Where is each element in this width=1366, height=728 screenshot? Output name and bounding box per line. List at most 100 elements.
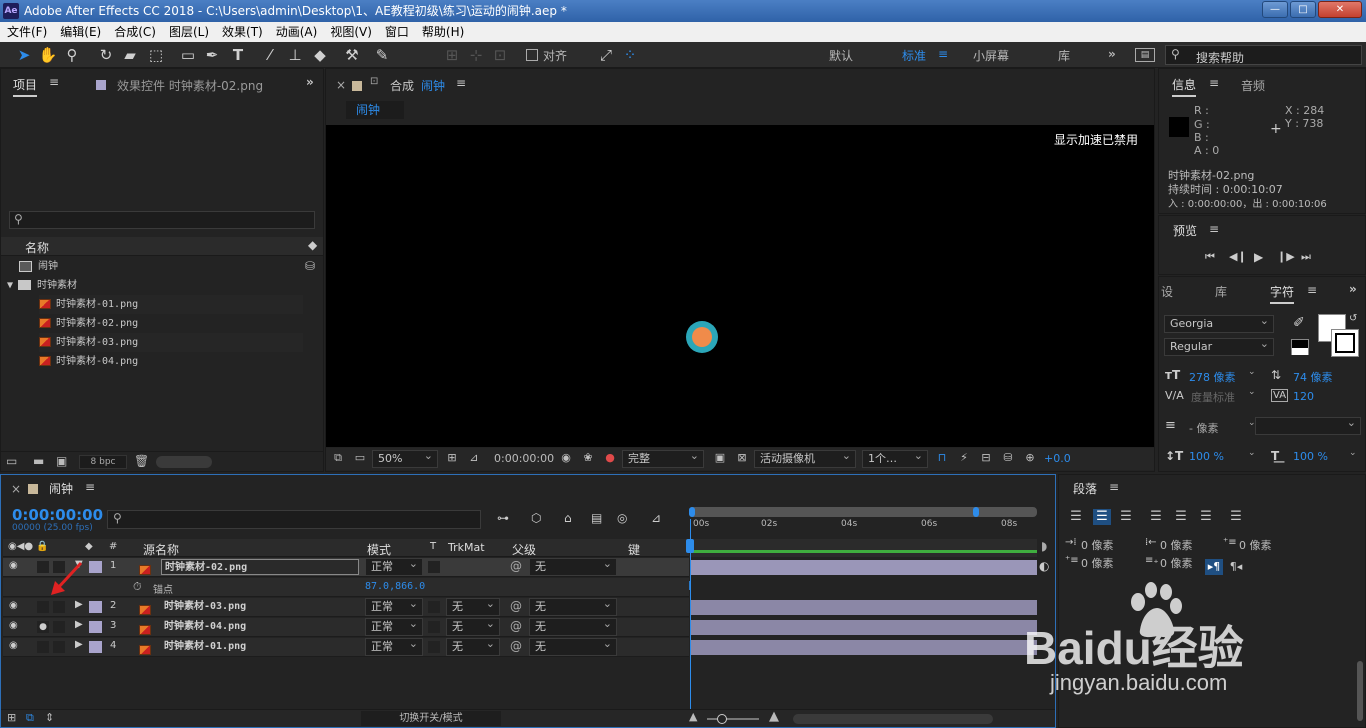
resolution-dropdown[interactable]: 完整	[622, 448, 704, 468]
transfer-controls-icon[interactable]: ⧉	[26, 711, 34, 725]
last-frame-icon[interactable]: ⏭	[1301, 250, 1311, 264]
pick-whip-icon[interactable]: @	[510, 639, 522, 653]
tab-project[interactable]: 项目	[13, 76, 38, 97]
lock-switch[interactable]	[53, 621, 65, 633]
search-help-input[interactable]: ⚲ 搜索帮助	[1165, 45, 1362, 65]
layer-switches-icon[interactable]: ⊞	[7, 711, 16, 724]
workspace-menu-icon[interactable]: ≡	[938, 47, 948, 61]
align-left-icon[interactable]: ☰	[1067, 509, 1085, 525]
graph-editor-icon[interactable]: ⊿	[651, 511, 661, 525]
blend-mode-dropdown[interactable]: 正常	[365, 636, 423, 656]
layer-name[interactable]: 时钟素材-02.png	[161, 559, 359, 575]
workspace-standard[interactable]: 标准	[902, 47, 926, 64]
workspace-sync-icon[interactable]: ▤	[1135, 48, 1155, 62]
show-snapshot-icon[interactable]: ❀	[580, 451, 596, 465]
viewer-timecode[interactable]: 0:00:00:00	[494, 452, 554, 465]
frame-blending-icon[interactable]: ▤	[591, 511, 602, 525]
panel-menu-icon[interactable]: ≡	[1209, 76, 1219, 90]
camera-tool-icon[interactable]: ▰	[120, 45, 140, 65]
font-style-dropdown[interactable]: Regular	[1164, 336, 1274, 356]
shy-layers-icon[interactable]: ⌂	[564, 511, 572, 525]
indent-first-value[interactable]: 0 像素	[1239, 537, 1272, 553]
reset-exposure-icon[interactable]: ⊕	[1022, 451, 1038, 465]
stroke-width-value[interactable]: - 像素	[1189, 420, 1218, 436]
column-source-name[interactable]: 源名称	[143, 541, 179, 558]
comp-marker-bin-icon[interactable]: ◗	[1041, 539, 1047, 553]
tab-character[interactable]: 字符	[1270, 283, 1295, 304]
menu-window[interactable]: 窗口	[379, 22, 415, 42]
layer-duration-bar[interactable]	[691, 600, 1037, 615]
preserve-transparency-switch[interactable]	[428, 601, 440, 613]
trkmat-dropdown[interactable]: 无	[446, 636, 500, 656]
toggle-switches-modes[interactable]: 切换开关/模式	[361, 711, 501, 726]
close-tab-button[interactable]: ×	[11, 482, 21, 496]
column-t[interactable]: T	[430, 541, 436, 552]
comp-tab-name[interactable]: 闹钟	[421, 77, 445, 94]
expand-arrow-icon[interactable]: ▶	[75, 619, 83, 630]
fit-region-icon[interactable]: ⊞	[444, 451, 460, 465]
timeline-scroll[interactable]	[793, 714, 993, 724]
first-frame-icon[interactable]: ⏮	[1205, 250, 1215, 264]
ltr-direction-icon[interactable]: ▸¶	[1205, 559, 1223, 575]
vertical-scale-value[interactable]: 100 %	[1189, 450, 1224, 463]
new-comp-icon[interactable]: ▣	[56, 454, 67, 468]
menu-composition[interactable]: 合成(C)	[108, 22, 162, 42]
expand-arrow-icon[interactable]: ▶	[75, 639, 83, 650]
snap-checkbox[interactable]	[526, 49, 538, 61]
layer-row[interactable]: ◉ ● ▶ 3 时钟素材-04.png 正常 无 @ 无	[3, 616, 689, 637]
puppet-pin-tool-icon[interactable]: ✎	[372, 45, 392, 65]
type-tool-icon[interactable]: T	[228, 45, 248, 65]
anchor-value[interactable]: 87.0,866.0	[365, 581, 425, 592]
project-item-png[interactable]: 时钟素材-04.png	[39, 352, 303, 371]
tab-library[interactable]: 库	[1215, 283, 1227, 300]
indent-left-value[interactable]: 0 像素	[1081, 537, 1114, 553]
space-after-value[interactable]: 0 像素	[1160, 555, 1193, 571]
prev-frame-icon[interactable]: ◀❙	[1229, 250, 1247, 263]
fast-previews-icon[interactable]: ⚡	[956, 451, 972, 465]
solo-switch[interactable]	[37, 641, 49, 653]
preserve-transparency-switch[interactable]	[428, 561, 440, 573]
maximize-button[interactable]: □	[1290, 1, 1316, 18]
tab-audio[interactable]: 音频	[1241, 77, 1265, 94]
project-item-comp[interactable]: 闹钟	[19, 257, 58, 276]
pick-whip-icon[interactable]: @	[510, 599, 522, 613]
visibility-eye-icon[interactable]: ◉	[9, 560, 18, 571]
kerning-value[interactable]: 度量标准	[1191, 389, 1235, 405]
work-area-bar[interactable]	[689, 507, 1037, 517]
justify-left-icon[interactable]: ☰	[1147, 509, 1165, 525]
column-trkmat[interactable]: TrkMat	[448, 541, 485, 554]
workspace-default[interactable]: 默认	[829, 47, 853, 64]
pick-whip-icon[interactable]: @	[510, 619, 522, 633]
menu-file[interactable]: 文件(F)	[1, 22, 53, 42]
project-item-folder[interactable]: ▼ 时钟素材	[7, 276, 303, 295]
panel-menu-icon[interactable]: ≡	[1209, 222, 1219, 236]
property-row-anchor[interactable]: ⏱ 锚点 87.0,866.0	[3, 578, 689, 597]
draft-3d-icon[interactable]: ⬡	[531, 511, 541, 525]
layer-duration-bar[interactable]	[691, 620, 1037, 635]
leading-value[interactable]: 74 像素	[1293, 369, 1333, 385]
space-before-value[interactable]: 0 像素	[1081, 555, 1114, 571]
solo-switch[interactable]: ●	[37, 621, 49, 633]
snap-edge-icon[interactable]: ⤢	[596, 45, 616, 65]
preserve-transparency-switch[interactable]	[428, 641, 440, 653]
pick-whip-icon[interactable]: @	[510, 559, 522, 573]
zoom-out-icon[interactable]: ▲	[689, 710, 697, 723]
workspace-more[interactable]: »	[1108, 47, 1116, 61]
toggle-pixel-icon[interactable]: ⊓	[934, 451, 950, 465]
trkmat-dropdown[interactable]: 无	[446, 596, 500, 616]
expand-arrow-icon[interactable]: ▶	[75, 599, 83, 610]
tracking-value[interactable]: 120	[1293, 390, 1314, 403]
workspace-library[interactable]: 库	[1058, 47, 1070, 64]
close-tab-button[interactable]: ×	[336, 78, 346, 92]
eraser-tool-icon[interactable]: ◆	[310, 45, 330, 65]
visibility-eye-icon[interactable]: ◉	[9, 620, 18, 631]
visibility-eye-icon[interactable]: ◉	[9, 600, 18, 611]
next-frame-icon[interactable]: ❙▶	[1277, 250, 1295, 263]
panel-menu-icon[interactable]: ≡	[1109, 480, 1119, 494]
checkerboard-icon[interactable]: ⊠	[734, 451, 750, 465]
layer-label-swatch[interactable]	[89, 621, 102, 633]
comp-breadcrumb[interactable]: 闹钟	[346, 101, 404, 119]
in-out-icon[interactable]: ⇕	[45, 711, 54, 724]
layer-name[interactable]: 时钟素材-04.png	[161, 619, 359, 635]
lock-switch[interactable]	[53, 641, 65, 653]
